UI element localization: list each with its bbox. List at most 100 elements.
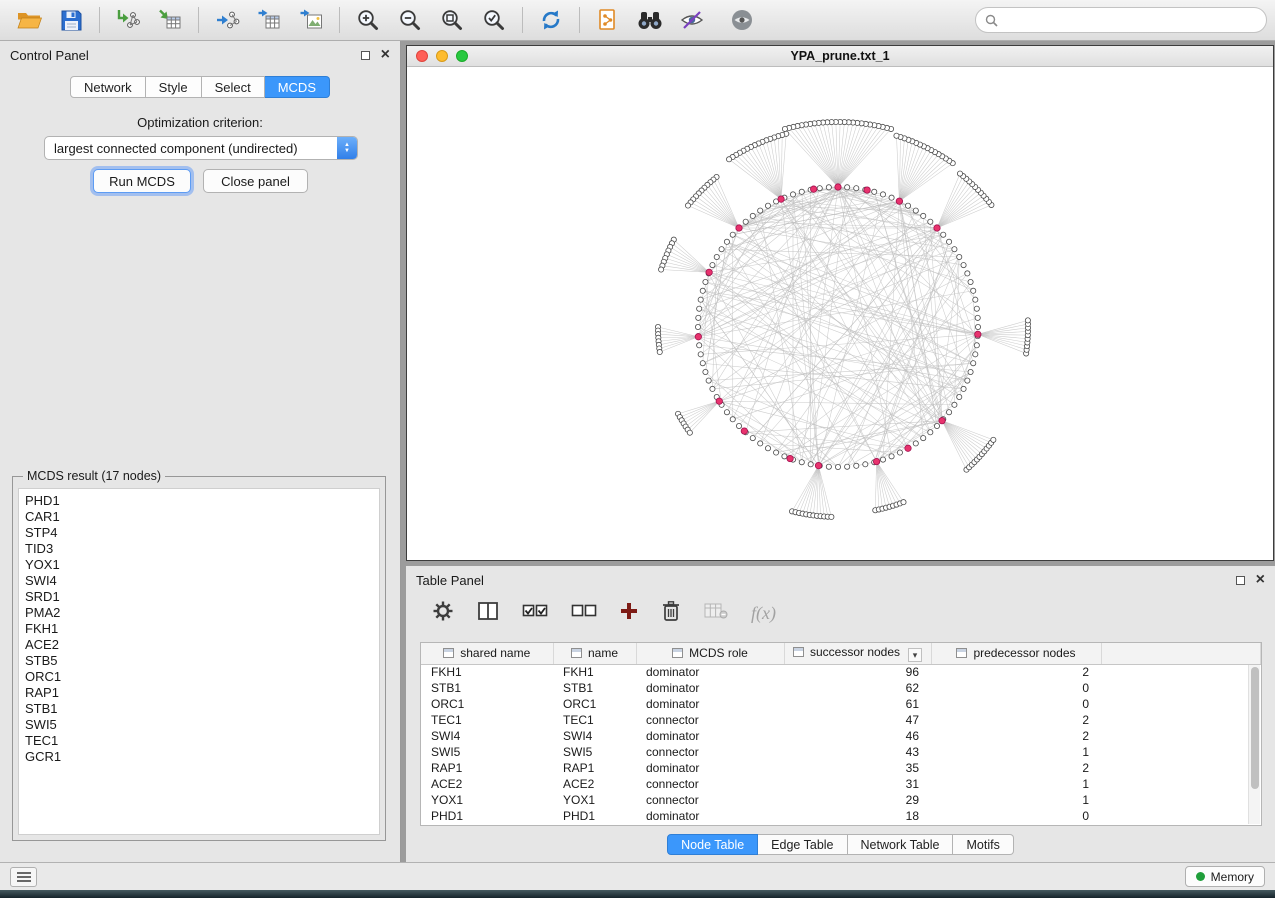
search-box[interactable] bbox=[975, 7, 1267, 33]
column-header-predecessor-nodes[interactable]: predecessor nodes bbox=[931, 643, 1101, 664]
close-panel-icon[interactable]: × bbox=[1256, 574, 1265, 586]
cell-shared-name[interactable]: FKH1 bbox=[421, 664, 553, 680]
search-input[interactable] bbox=[1004, 13, 1257, 28]
cell-name[interactable]: ACE2 bbox=[553, 776, 636, 792]
network-window-titlebar[interactable]: YPA_prune.txt_1 bbox=[407, 46, 1273, 67]
deselect-all-icon[interactable] bbox=[571, 601, 597, 626]
float-panel-icon[interactable] bbox=[361, 51, 370, 60]
cell-predecessor-nodes[interactable]: 2 bbox=[931, 664, 1101, 680]
cell-mcds-role[interactable]: dominator bbox=[636, 760, 784, 776]
close-panel-icon[interactable]: × bbox=[381, 49, 390, 61]
cell-predecessor-nodes[interactable]: 2 bbox=[931, 712, 1101, 728]
show-columns-icon[interactable] bbox=[477, 601, 499, 626]
mcds-result-item[interactable]: PHD1 bbox=[25, 493, 373, 509]
cell-name[interactable]: RAP1 bbox=[553, 760, 636, 776]
cell-successor-nodes[interactable]: 29 bbox=[784, 792, 931, 808]
cell-mcds-role[interactable]: connector bbox=[636, 792, 784, 808]
cell-mcds-role[interactable]: dominator bbox=[636, 696, 784, 712]
mcds-result-item[interactable]: RAP1 bbox=[25, 685, 373, 701]
mcds-result-item[interactable]: ACE2 bbox=[25, 637, 373, 653]
close-panel-button[interactable]: Close panel bbox=[203, 169, 308, 193]
hide-selected-icon[interactable] bbox=[671, 4, 713, 36]
cell-shared-name[interactable]: RAP1 bbox=[421, 760, 553, 776]
zoom-in-icon[interactable] bbox=[347, 4, 389, 36]
cell-successor-nodes[interactable]: 47 bbox=[784, 712, 931, 728]
criterion-dropdown[interactable]: largest connected component (undirected)… bbox=[44, 136, 358, 160]
cell-name[interactable]: SWI5 bbox=[553, 744, 636, 760]
table-row[interactable]: STB1STB1dominator620 bbox=[421, 680, 1261, 696]
zoom-selected-icon[interactable] bbox=[473, 4, 515, 36]
add-column-icon[interactable] bbox=[620, 602, 638, 625]
table-row[interactable]: YOX1YOX1connector291 bbox=[421, 792, 1261, 808]
mcds-result-item[interactable]: TID3 bbox=[25, 541, 373, 557]
memory-button[interactable]: Memory bbox=[1185, 866, 1265, 887]
cell-mcds-role[interactable]: connector bbox=[636, 744, 784, 760]
table-scrollbar[interactable] bbox=[1248, 665, 1260, 824]
cell-mcds-role[interactable]: dominator bbox=[636, 808, 784, 824]
table-row[interactable]: RAP1RAP1dominator352 bbox=[421, 760, 1261, 776]
show-all-icon[interactable] bbox=[721, 4, 763, 36]
cell-successor-nodes[interactable]: 62 bbox=[784, 680, 931, 696]
cell-mcds-role[interactable]: dominator bbox=[636, 680, 784, 696]
table-row[interactable]: SWI4SWI4dominator462 bbox=[421, 728, 1261, 744]
cell-predecessor-nodes[interactable]: 2 bbox=[931, 760, 1101, 776]
column-header-shared-name[interactable]: shared name bbox=[421, 643, 553, 664]
mcds-result-item[interactable]: SWI4 bbox=[25, 573, 373, 589]
export-network-icon[interactable] bbox=[206, 4, 248, 36]
cell-shared-name[interactable]: ORC1 bbox=[421, 696, 553, 712]
cell-predecessor-nodes[interactable]: 0 bbox=[931, 696, 1101, 712]
cell-predecessor-nodes[interactable]: 2 bbox=[931, 728, 1101, 744]
cell-successor-nodes[interactable]: 61 bbox=[784, 696, 931, 712]
mcds-result-item[interactable]: STP4 bbox=[25, 525, 373, 541]
share-document-icon[interactable] bbox=[587, 4, 629, 36]
cell-mcds-role[interactable]: connector bbox=[636, 776, 784, 792]
cell-successor-nodes[interactable]: 35 bbox=[784, 760, 931, 776]
tab-style[interactable]: Style bbox=[146, 76, 202, 98]
cell-predecessor-nodes[interactable]: 0 bbox=[931, 680, 1101, 696]
tab-motifs[interactable]: Motifs bbox=[953, 834, 1013, 855]
table-row[interactable]: PHD1PHD1dominator180 bbox=[421, 808, 1261, 824]
table-row[interactable]: FKH1FKH1dominator962 bbox=[421, 664, 1261, 680]
zoom-fit-icon[interactable] bbox=[431, 4, 473, 36]
table-row[interactable]: ORC1ORC1dominator610 bbox=[421, 696, 1261, 712]
table-row[interactable]: TEC1TEC1connector472 bbox=[421, 712, 1261, 728]
cell-mcds-role[interactable]: connector bbox=[636, 712, 784, 728]
apply-layout-icon[interactable] bbox=[530, 4, 572, 36]
cell-successor-nodes[interactable]: 96 bbox=[784, 664, 931, 680]
cell-name[interactable]: SWI4 bbox=[553, 728, 636, 744]
mcds-result-item[interactable]: TEC1 bbox=[25, 733, 373, 749]
cell-shared-name[interactable]: ACE2 bbox=[421, 776, 553, 792]
scrollbar-thumb[interactable] bbox=[1251, 667, 1259, 789]
tab-network-table[interactable]: Network Table bbox=[848, 834, 954, 855]
open-file-icon[interactable] bbox=[8, 4, 50, 36]
cell-name[interactable]: YOX1 bbox=[553, 792, 636, 808]
tab-mcds[interactable]: MCDS bbox=[265, 76, 330, 98]
import-table-icon[interactable] bbox=[149, 4, 191, 36]
mcds-result-item[interactable]: SWI5 bbox=[25, 717, 373, 733]
cell-successor-nodes[interactable]: 18 bbox=[784, 808, 931, 824]
cell-mcds-role[interactable]: dominator bbox=[636, 728, 784, 744]
cell-shared-name[interactable]: TEC1 bbox=[421, 712, 553, 728]
save-session-icon[interactable] bbox=[50, 4, 92, 36]
select-all-icon[interactable] bbox=[522, 601, 548, 626]
mcds-result-item[interactable]: PMA2 bbox=[25, 605, 373, 621]
tab-node-table[interactable]: Node Table bbox=[667, 834, 758, 855]
export-table-icon[interactable] bbox=[248, 4, 290, 36]
cell-shared-name[interactable]: PHD1 bbox=[421, 808, 553, 824]
cell-name[interactable]: STB1 bbox=[553, 680, 636, 696]
cell-shared-name[interactable]: SWI5 bbox=[421, 744, 553, 760]
mcds-result-item[interactable]: SRD1 bbox=[25, 589, 373, 605]
mcds-result-item[interactable]: FKH1 bbox=[25, 621, 373, 637]
column-header-mcds-role[interactable]: MCDS role bbox=[636, 643, 784, 664]
cell-shared-name[interactable]: SWI4 bbox=[421, 728, 553, 744]
export-image-icon[interactable] bbox=[290, 4, 332, 36]
find-icon[interactable] bbox=[629, 4, 671, 36]
import-network-icon[interactable] bbox=[107, 4, 149, 36]
mcds-result-item[interactable]: ORC1 bbox=[25, 669, 373, 685]
mcds-result-item[interactable]: STB5 bbox=[25, 653, 373, 669]
mcds-result-item[interactable]: YOX1 bbox=[25, 557, 373, 573]
column-header-name[interactable]: name bbox=[553, 643, 636, 664]
cell-successor-nodes[interactable]: 46 bbox=[784, 728, 931, 744]
cell-successor-nodes[interactable]: 43 bbox=[784, 744, 931, 760]
zoom-out-icon[interactable] bbox=[389, 4, 431, 36]
